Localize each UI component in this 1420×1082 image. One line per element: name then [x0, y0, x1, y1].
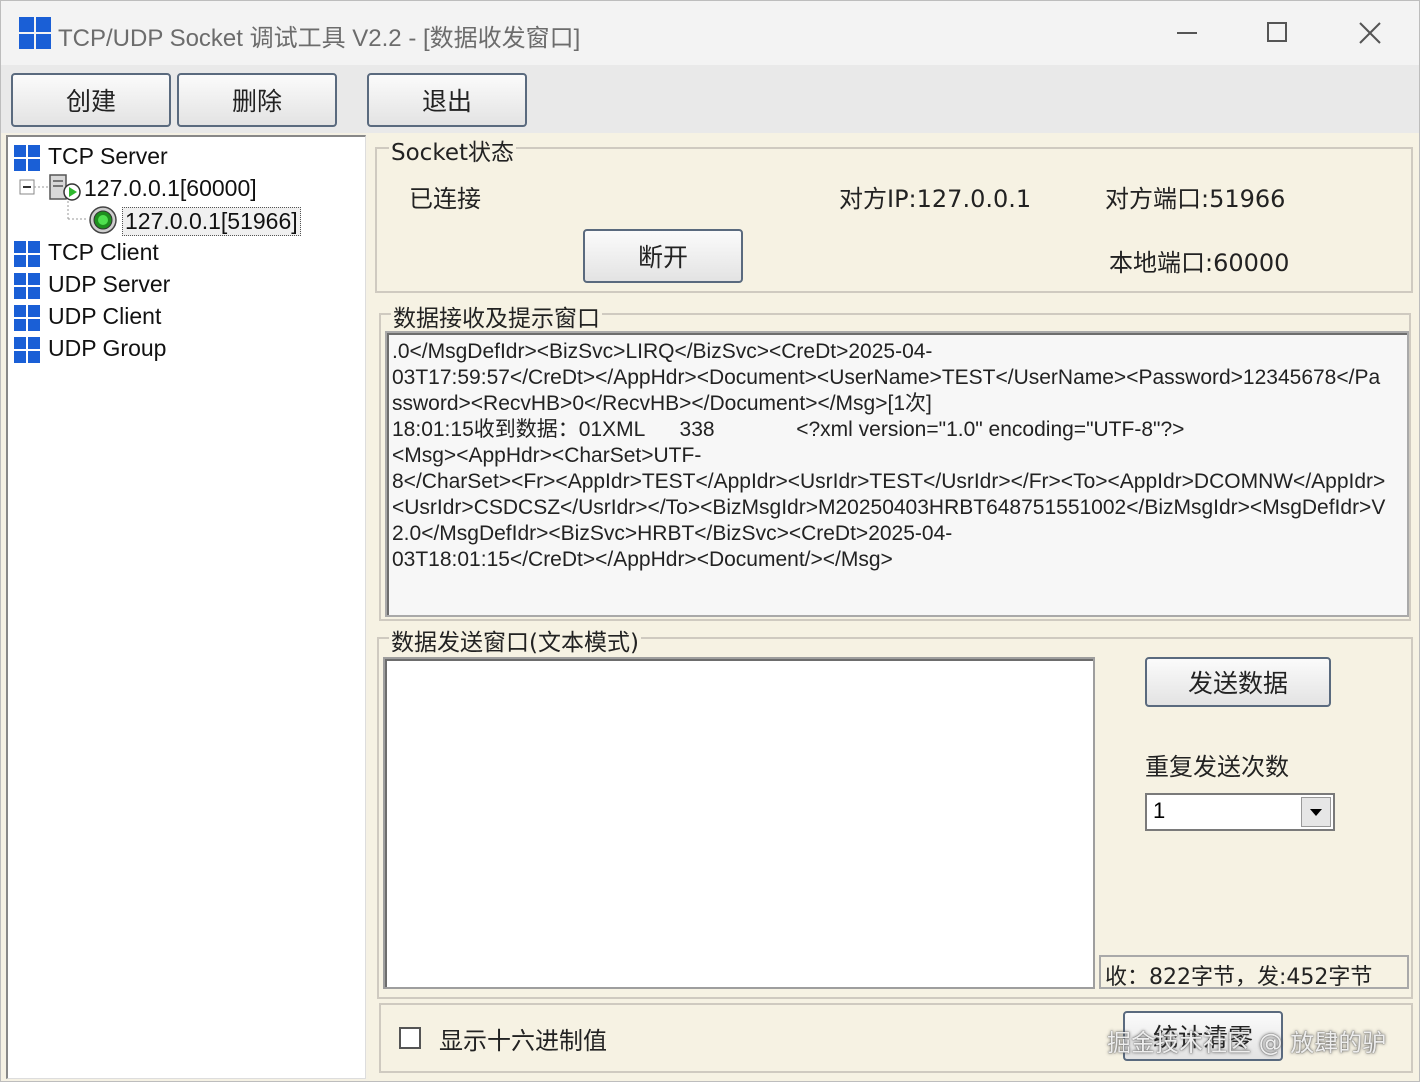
- tree-item-udp-group[interactable]: UDP Group: [48, 335, 166, 362]
- send-title: 数据发送窗口(文本模式): [389, 623, 641, 657]
- receive-line: <UsrIdr>CSDCSZ</UsrIdr></To><BizMsgIdr>M…: [392, 496, 1386, 519]
- receive-line: 18:01:15收到数据：01XML 338 <?xml version="1.…: [392, 418, 1185, 441]
- repeat-count-value: 1: [1153, 798, 1166, 823]
- title-bar: TCP/UDP Socket 调试工具 V2.2 - [数据收发窗口]: [1, 1, 1419, 65]
- receive-title: 数据接收及提示窗口: [391, 299, 602, 333]
- tree-item-udp-client[interactable]: UDP Client: [48, 303, 161, 330]
- byte-stats: 收：822字节，发:452字节: [1099, 955, 1409, 990]
- toolbar: 创建 删除 退出: [1, 65, 1419, 133]
- app-icon: [19, 17, 51, 49]
- window-title: TCP/UDP Socket 调试工具 V2.2 - [数据收发窗口]: [58, 25, 581, 52]
- tree-item-udp-server[interactable]: UDP Server: [48, 271, 170, 298]
- disconnect-button[interactable]: 断开: [583, 229, 743, 283]
- tree-item-client-node[interactable]: 127.0.0.1[51966]: [122, 207, 301, 236]
- receive-line: .0</MsgDefIdr><BizSvc>LIRQ</BizSvc><CreD…: [392, 340, 933, 363]
- receive-line: 2.0</MsgDefIdr><BizSvc>HRBT</BizSvc><Cre…: [392, 522, 953, 545]
- chevron-down-icon: [1310, 809, 1322, 816]
- create-button[interactable]: 创建: [11, 73, 171, 127]
- udp-group-icon: [14, 337, 40, 363]
- maximize-icon[interactable]: [1259, 15, 1295, 51]
- close-icon[interactable]: [1352, 15, 1388, 51]
- receive-line: 03T18:01:15</CreDt></AppHdr><Document/><…: [392, 548, 893, 571]
- receive-textarea[interactable]: .0</MsgDefIdr><BizSvc>LIRQ</BizSvc><CreD…: [385, 331, 1409, 617]
- tree-item-tcp-server[interactable]: TCP Server: [48, 143, 168, 170]
- server-node-icon: [49, 174, 81, 201]
- repeat-count-label: 重复发送次数: [1145, 753, 1289, 781]
- receive-line: ssword><RecvHB>0</RecvHB></Document></Ms…: [392, 392, 932, 415]
- socket-status-title: Socket状态: [389, 133, 516, 167]
- tree-item-server-node[interactable]: 127.0.0.1[60000]: [84, 175, 257, 202]
- combo-dropdown-button[interactable]: [1301, 797, 1331, 827]
- udp-client-icon: [14, 305, 40, 331]
- repeat-count-select[interactable]: 1: [1145, 793, 1335, 831]
- remote-ip: 对方IP:127.0.0.1: [839, 185, 1032, 213]
- hex-label: 显示十六进制值: [439, 1027, 607, 1055]
- watermark: 掘金技术社区 @ 放肆的驴: [1107, 1029, 1387, 1057]
- receive-line: 8</CharSet><Fr><AppIdr>TEST</AppIdr><Usr…: [392, 470, 1386, 493]
- tcp-client-icon: [14, 241, 40, 267]
- connection-state: 已连接: [409, 185, 481, 213]
- send-data-button[interactable]: 发送数据: [1145, 657, 1331, 707]
- tree-item-tcp-client[interactable]: TCP Client: [48, 239, 159, 266]
- client-connected-icon: [89, 206, 117, 234]
- send-textarea[interactable]: [383, 657, 1095, 989]
- tcp-server-icon: [14, 145, 40, 171]
- receive-line: 03T17:59:57</CreDt></AppHdr><Document><U…: [392, 366, 1381, 389]
- hex-checkbox[interactable]: [399, 1027, 421, 1049]
- app-window: TCP/UDP Socket 调试工具 V2.2 - [数据收发窗口] 创建 删…: [0, 0, 1420, 1082]
- remote-port: 对方端口:51966: [1105, 185, 1286, 213]
- minimize-icon[interactable]: [1169, 15, 1205, 51]
- exit-button[interactable]: 退出: [367, 73, 527, 127]
- delete-button[interactable]: 删除: [177, 73, 337, 127]
- udp-server-icon: [14, 273, 40, 299]
- local-port: 本地端口:60000: [1109, 249, 1290, 277]
- connection-tree: TCP Server 127.0.0.1[60000] 127.0.0.1[51…: [6, 135, 366, 1079]
- data-panel: Socket状态 已连接 对方IP:127.0.0.1 对方端口:51966 断…: [369, 133, 1419, 1081]
- receive-line: <Msg><AppHdr><CharSet>UTF-: [392, 444, 702, 467]
